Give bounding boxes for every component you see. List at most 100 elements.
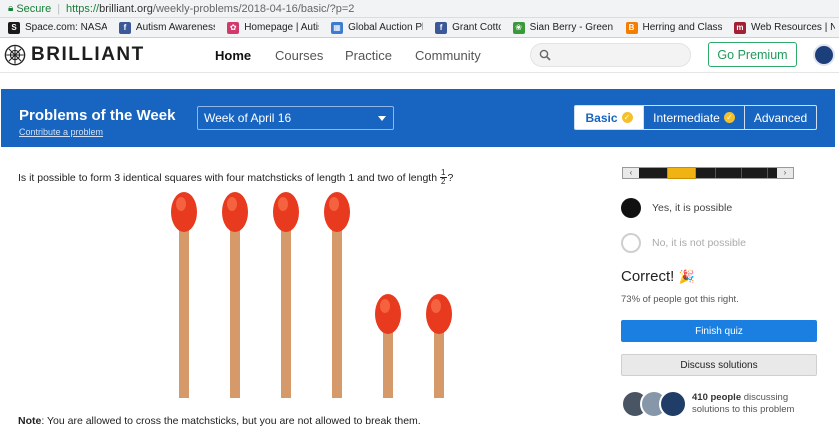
secure-label: Secure — [16, 2, 52, 15]
url-domain: brilliant.org — [99, 2, 153, 15]
party-popper-icon: 🎉 — [678, 269, 695, 284]
bookmark-item[interactable]: f Grant Cotton — [435, 21, 501, 34]
radio-unselected-icon[interactable] — [621, 233, 641, 253]
check-icon: ✓ — [621, 112, 633, 123]
bookmark-label: Herring and Class St — [642, 22, 722, 33]
search-input[interactable] — [530, 43, 691, 67]
bookmark-item[interactable]: ▦ Global Auction Platf — [331, 21, 423, 34]
blogger-icon: B — [625, 21, 638, 34]
matchstick-highlight — [380, 299, 390, 313]
discuss-solutions-button[interactable]: Discuss solutions — [621, 354, 817, 376]
page-title: Problems of the Week — [19, 107, 176, 124]
radio-selected-icon[interactable] — [621, 198, 641, 218]
divider — [741, 168, 742, 178]
matchstick — [375, 294, 401, 398]
note-label: Note — [18, 415, 42, 427]
url-path: /weekly-problems/2018-04-16/basic/?p=2 — [152, 2, 355, 15]
matchstick-highlight — [176, 197, 186, 211]
address-bar[interactable]: 🔒︎ Secure | https:// brilliant.org /week… — [0, 0, 839, 18]
matchstick-body — [179, 212, 189, 398]
matchstick-body — [281, 212, 291, 398]
matchstick — [324, 192, 350, 398]
green-party-icon: ❀ — [512, 21, 525, 34]
bookmarks-bar: S Space.com: NASA, S f Autism Awareness C ✿ H… — [0, 18, 839, 38]
result-heading: Correct! 🎉 — [621, 268, 695, 285]
matchstick-highlight — [329, 197, 339, 211]
bookmark-item[interactable]: ❀ Sian Berry - Green Lo — [512, 21, 614, 34]
autism-icon: ✿ — [227, 21, 240, 34]
url-scheme: https:// — [66, 2, 100, 15]
matchstick-body — [332, 212, 342, 398]
go-premium-button[interactable]: Go Premium — [708, 42, 797, 67]
bookmark-item[interactable]: S Space.com: NASA, S — [8, 21, 107, 34]
matchstick-highlight — [227, 197, 237, 211]
tab-basic[interactable]: Basic ✓ — [575, 106, 644, 129]
contribute-link[interactable]: Contribute a problem — [19, 127, 103, 137]
matchstick — [273, 192, 299, 398]
bookmark-item[interactable]: B Herring and Class St — [625, 21, 722, 34]
week-select[interactable]: Week of April 16 — [197, 106, 394, 130]
check-icon: ✓ — [723, 112, 735, 123]
matchstick-head — [222, 192, 248, 232]
bookmark-item[interactable]: f Autism Awareness C — [118, 21, 215, 34]
nav-courses[interactable]: Courses — [275, 48, 323, 63]
option-no-label: No, it is not possible — [652, 237, 746, 249]
problem-navigator[interactable]: ‹ › — [622, 167, 794, 179]
matchstick-highlight — [278, 197, 288, 211]
finish-quiz-button[interactable]: Finish quiz — [621, 320, 817, 342]
auction-icon: ▦ — [331, 21, 344, 34]
lock-icon: 🔒︎ — [8, 3, 14, 14]
bookmark-label: Grant Cotton — [452, 22, 501, 33]
logo-text: BRILLIANT — [31, 44, 145, 65]
tab-basic-label: Basic — [585, 110, 618, 125]
matchstick-head — [324, 192, 350, 232]
bookmark-item[interactable]: m Web Resources | Neu — [733, 21, 835, 34]
tab-intermediate[interactable]: Intermediate ✓ — [644, 106, 745, 129]
nav-practice[interactable]: Practice — [345, 48, 392, 63]
bookmark-label: Homepage | Autism — [244, 22, 319, 33]
question-text: Is it possible to form 3 identical squar… — [18, 171, 438, 184]
chevron-down-icon — [378, 116, 386, 121]
site-header: BRILLIANT Home Courses Practice Communit… — [0, 38, 839, 73]
matchstick — [222, 192, 248, 398]
brilliant-logo-icon — [4, 44, 26, 66]
brilliant-logo[interactable]: BRILLIANT — [4, 44, 145, 66]
option-yes[interactable]: Yes, it is possible — [621, 198, 732, 218]
matchstick-head — [426, 294, 452, 334]
web-resources-icon: m — [733, 21, 746, 34]
discussion-avatars[interactable] — [621, 390, 687, 418]
discussion-count: 410 people — [692, 392, 742, 403]
matchstick — [171, 192, 197, 398]
user-avatar[interactable] — [813, 44, 835, 66]
avatar — [659, 390, 687, 418]
option-yes-label: Yes, it is possible — [652, 202, 733, 214]
percent-correct: 73% of people got this right. — [621, 294, 739, 305]
tab-advanced[interactable]: Advanced — [745, 106, 816, 129]
chevron-right-icon[interactable]: › — [777, 168, 793, 178]
note-text: : You are allowed to cross the matchstic… — [41, 415, 421, 427]
space-com-icon: S — [8, 21, 20, 34]
matchstick-body — [230, 212, 240, 398]
option-no[interactable]: No, it is not possible — [621, 233, 746, 253]
matchstick-head — [171, 192, 197, 232]
matchstick-head — [273, 192, 299, 232]
bookmark-label: Web Resources | Neu — [750, 22, 835, 33]
bookmark-item[interactable]: ✿ Homepage | Autism — [227, 21, 319, 34]
navigator-thumb[interactable] — [667, 167, 696, 179]
matchstick-highlight — [431, 299, 441, 313]
discussion-summary[interactable]: 410 people discussing solutions to this … — [692, 392, 822, 416]
fraction-denominator: 2 — [441, 177, 446, 186]
search-icon — [539, 49, 551, 61]
nav-home[interactable]: Home — [215, 48, 251, 63]
fraction-one-half: 1 2 — [440, 169, 447, 186]
matchstick-head — [375, 294, 401, 334]
matchstick — [426, 294, 452, 398]
matchsticks-figure — [171, 192, 452, 398]
problems-banner: Problems of the Week Contribute a proble… — [1, 89, 835, 147]
chevron-left-icon[interactable]: ‹ — [623, 168, 639, 178]
level-tabs: Basic ✓ Intermediate ✓ Advanced — [574, 105, 817, 130]
bookmark-label: Sian Berry - Green Lo — [529, 22, 614, 33]
bookmark-label: Space.com: NASA, S — [25, 22, 107, 33]
tab-advanced-label: Advanced — [753, 110, 808, 125]
nav-community[interactable]: Community — [415, 48, 481, 63]
